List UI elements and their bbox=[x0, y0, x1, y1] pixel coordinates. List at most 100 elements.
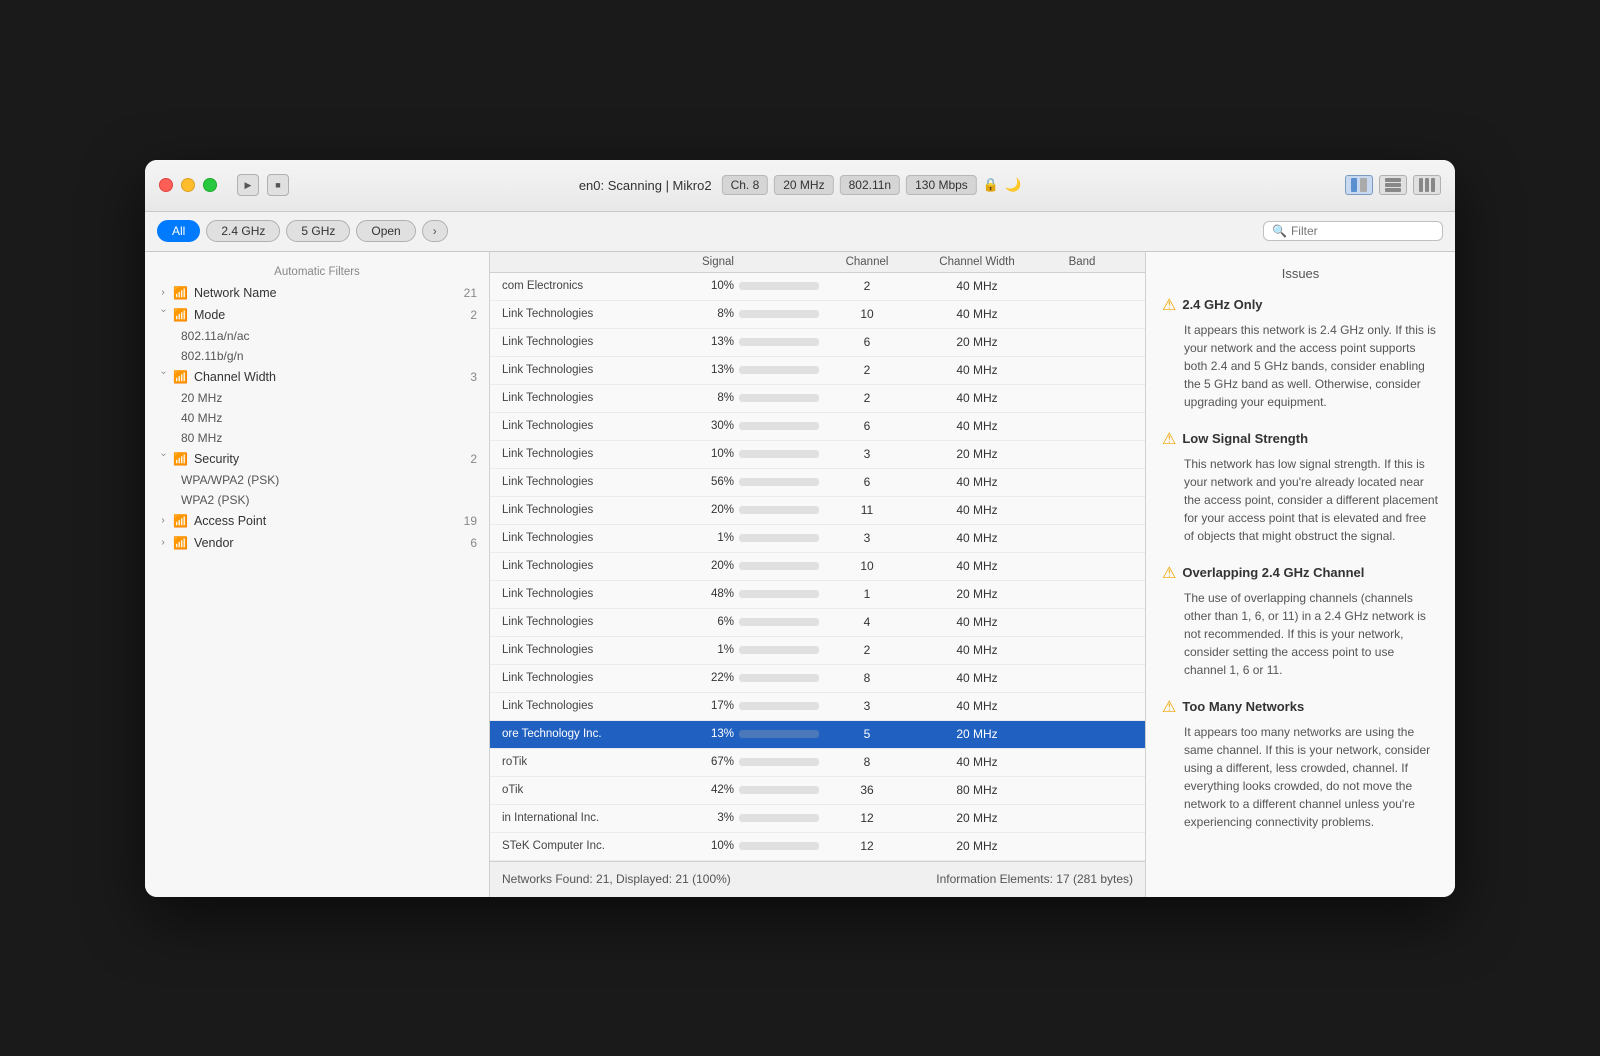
sidebar-child-40mhz[interactable]: 40 MHz bbox=[145, 408, 489, 428]
table-row[interactable]: Link Technologies 56% 6 40 MHz bbox=[490, 469, 1145, 497]
status-items: Ch. 8 20 MHz 802.11n 130 Mbps 🔒 🌙 bbox=[722, 175, 1022, 195]
signal-bar-bg bbox=[739, 730, 819, 738]
signal-bar-bg bbox=[739, 814, 819, 822]
signal-pct: 20% bbox=[702, 560, 734, 572]
table-row[interactable]: Link Technologies 10% 3 20 MHz bbox=[490, 441, 1145, 469]
vendor-cell: in International Inc. bbox=[502, 812, 702, 824]
view-split-button[interactable] bbox=[1345, 175, 1373, 195]
status-bar: Networks Found: 21, Displayed: 21 (100%)… bbox=[490, 861, 1145, 897]
table-row[interactable]: Link Technologies 48% 1 20 MHz bbox=[490, 581, 1145, 609]
width-cell: 20 MHz bbox=[912, 811, 1042, 825]
channel-cell: 1 bbox=[822, 587, 912, 601]
channel-cell: 8 bbox=[822, 671, 912, 685]
table-row[interactable]: Link Technologies 13% 2 40 MHz bbox=[490, 357, 1145, 385]
signal-cell: 13% bbox=[702, 336, 822, 348]
search-input[interactable] bbox=[1291, 224, 1434, 238]
table-row[interactable]: Link Technologies 6% 4 40 MHz bbox=[490, 609, 1145, 637]
signal-pct: 6% bbox=[702, 616, 734, 628]
sidebar-child-80mhz[interactable]: 80 MHz bbox=[145, 428, 489, 448]
width-cell: 20 MHz bbox=[912, 335, 1042, 349]
view-columns-button[interactable] bbox=[1413, 175, 1441, 195]
channel-status: Ch. 8 bbox=[722, 175, 769, 195]
col-width: Channel Width bbox=[912, 256, 1042, 268]
vendor-cell: Link Technologies bbox=[502, 616, 702, 628]
maximize-button[interactable] bbox=[203, 178, 217, 192]
table-body: com Electronics 10% 2 40 MHz Link Techno… bbox=[490, 273, 1145, 861]
signal-pct: 8% bbox=[702, 308, 734, 320]
close-button[interactable] bbox=[159, 178, 173, 192]
signal-cell: 56% bbox=[702, 476, 822, 488]
sidebar-item-vendor[interactable]: › 📶 Vendor 6 bbox=[145, 532, 489, 554]
minimize-button[interactable] bbox=[181, 178, 195, 192]
moon-icon: 🌙 bbox=[1005, 177, 1021, 193]
warning-icon: ⚠ bbox=[1162, 295, 1176, 315]
table-row[interactable]: Link Technologies 8% 2 40 MHz bbox=[490, 385, 1145, 413]
signal-cell: 13% bbox=[702, 364, 822, 376]
col-band: Band bbox=[1042, 256, 1122, 268]
filter-all-button[interactable]: All bbox=[157, 220, 200, 242]
signal-pct: 3% bbox=[702, 812, 734, 824]
width-cell: 40 MHz bbox=[912, 531, 1042, 545]
width-cell: 40 MHz bbox=[912, 363, 1042, 377]
signal-bar-bg bbox=[739, 394, 819, 402]
sidebar-child-wpa-wpa2[interactable]: WPA/WPA2 (PSK) bbox=[145, 470, 489, 490]
table-row[interactable]: in International Inc. 3% 12 20 MHz bbox=[490, 805, 1145, 833]
filter-5g-button[interactable]: 5 GHz bbox=[286, 220, 350, 242]
play-button[interactable]: ▶ bbox=[237, 174, 259, 196]
sidebar-item-channel-width[interactable]: › 📶 Channel Width 3 bbox=[145, 366, 489, 388]
table-row[interactable]: Link Technologies 30% 6 40 MHz bbox=[490, 413, 1145, 441]
table-row[interactable]: ore Technology Inc. 13% 5 20 MHz bbox=[490, 721, 1145, 749]
vendor-cell: Link Technologies bbox=[502, 560, 702, 572]
table-row[interactable]: Link Technologies 8% 10 40 MHz bbox=[490, 301, 1145, 329]
table-row[interactable]: Link Technologies 1% 2 40 MHz bbox=[490, 637, 1145, 665]
vendor-cell: Link Technologies bbox=[502, 364, 702, 376]
signal-bar-bg bbox=[739, 534, 819, 542]
signal-bar-bg bbox=[739, 506, 819, 514]
issue-title: 2.4 GHz Only bbox=[1182, 297, 1262, 312]
signal-pct: 20% bbox=[702, 504, 734, 516]
sidebar-item-network-name[interactable]: › 📶 Network Name 21 bbox=[145, 282, 489, 304]
status-right: Information Elements: 17 (281 bytes) bbox=[936, 872, 1133, 886]
more-filters-button[interactable]: › bbox=[422, 220, 448, 242]
sidebar: Automatic Filters › 📶 Network Name 21 › … bbox=[145, 252, 490, 897]
signal-pct: 13% bbox=[702, 728, 734, 740]
network-area: Signal Channel Channel Width Band com El… bbox=[490, 252, 1145, 897]
table-row[interactable]: Link Technologies 20% 11 40 MHz bbox=[490, 497, 1145, 525]
table-row[interactable]: oTik 42% 36 80 MHz bbox=[490, 777, 1145, 805]
stop-button[interactable]: ■ bbox=[267, 174, 289, 196]
signal-cell: 10% bbox=[702, 448, 822, 460]
filter-2g-button[interactable]: 2.4 GHz bbox=[206, 220, 280, 242]
filter-open-button[interactable]: Open bbox=[356, 220, 415, 242]
channel-cell: 36 bbox=[822, 783, 912, 797]
table-row[interactable]: com Electronics 10% 2 40 MHz bbox=[490, 273, 1145, 301]
table-row[interactable]: STeK Computer Inc. 10% 12 20 MHz bbox=[490, 833, 1145, 861]
width-cell: 40 MHz bbox=[912, 391, 1042, 405]
channel-cell: 12 bbox=[822, 811, 912, 825]
signal-pct: 42% bbox=[702, 784, 734, 796]
mode-count: 2 bbox=[470, 308, 477, 322]
signal-pct: 13% bbox=[702, 364, 734, 376]
signal-pct: 17% bbox=[702, 700, 734, 712]
table-row[interactable]: Link Technologies 13% 6 20 MHz bbox=[490, 329, 1145, 357]
channel-cell: 2 bbox=[822, 391, 912, 405]
sidebar-item-mode[interactable]: › 📶 Mode 2 bbox=[145, 304, 489, 326]
vendor-cell: Link Technologies bbox=[502, 588, 702, 600]
table-row[interactable]: Link Technologies 1% 3 40 MHz bbox=[490, 525, 1145, 553]
issue-item: ⚠ Overlapping 2.4 GHz Channel The use of… bbox=[1162, 563, 1439, 679]
sidebar-child-80211a[interactable]: 802.11a/n/ac bbox=[145, 326, 489, 346]
issue-item: ⚠ Too Many Networks It appears too many … bbox=[1162, 697, 1439, 831]
security-count: 2 bbox=[470, 452, 477, 466]
table-row[interactable]: Link Technologies 20% 10 40 MHz bbox=[490, 553, 1145, 581]
sidebar-child-20mhz[interactable]: 20 MHz bbox=[145, 388, 489, 408]
sidebar-child-wpa2[interactable]: WPA2 (PSK) bbox=[145, 490, 489, 510]
table-row[interactable]: roTik 67% 8 40 MHz bbox=[490, 749, 1145, 777]
sidebar-child-80211b[interactable]: 802.11b/g/n bbox=[145, 346, 489, 366]
sidebar-item-access-point[interactable]: › 📶 Access Point 19 bbox=[145, 510, 489, 532]
view-list-button[interactable] bbox=[1379, 175, 1407, 195]
wifi-icon-ap: 📶 bbox=[173, 514, 188, 528]
signal-pct: 22% bbox=[702, 672, 734, 684]
table-row[interactable]: Link Technologies 22% 8 40 MHz bbox=[490, 665, 1145, 693]
table-row[interactable]: Link Technologies 17% 3 40 MHz bbox=[490, 693, 1145, 721]
search-icon: 🔍 bbox=[1272, 224, 1287, 238]
sidebar-item-security[interactable]: › 📶 Security 2 bbox=[145, 448, 489, 470]
